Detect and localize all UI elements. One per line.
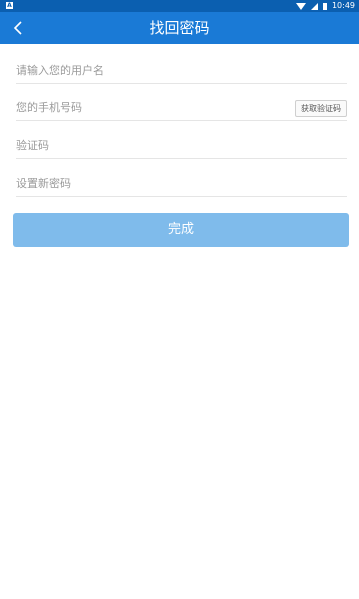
- signal-icon: [310, 2, 318, 10]
- notification-icon: A: [6, 2, 13, 9]
- status-icons: 10:49: [295, 0, 355, 12]
- code-field-row: [16, 134, 347, 159]
- username-field-row: [16, 59, 347, 84]
- status-time: 10:49: [331, 1, 355, 10]
- battery-icon: [322, 2, 327, 10]
- submit-button[interactable]: 完成: [13, 213, 349, 247]
- verification-code-input[interactable]: [16, 134, 276, 157]
- wifi-icon: [295, 2, 306, 10]
- new-password-input[interactable]: [16, 172, 276, 195]
- phone-field-row: 获取验证码: [16, 96, 347, 121]
- phone-input[interactable]: [16, 96, 276, 119]
- status-bar: A 10:49: [0, 0, 359, 12]
- page-title: 找回密码: [149, 19, 210, 37]
- username-input[interactable]: [16, 59, 276, 82]
- new-password-field-row: [16, 172, 347, 197]
- get-code-button[interactable]: 获取验证码: [295, 100, 347, 117]
- nav-bar: 找回密码: [0, 12, 359, 44]
